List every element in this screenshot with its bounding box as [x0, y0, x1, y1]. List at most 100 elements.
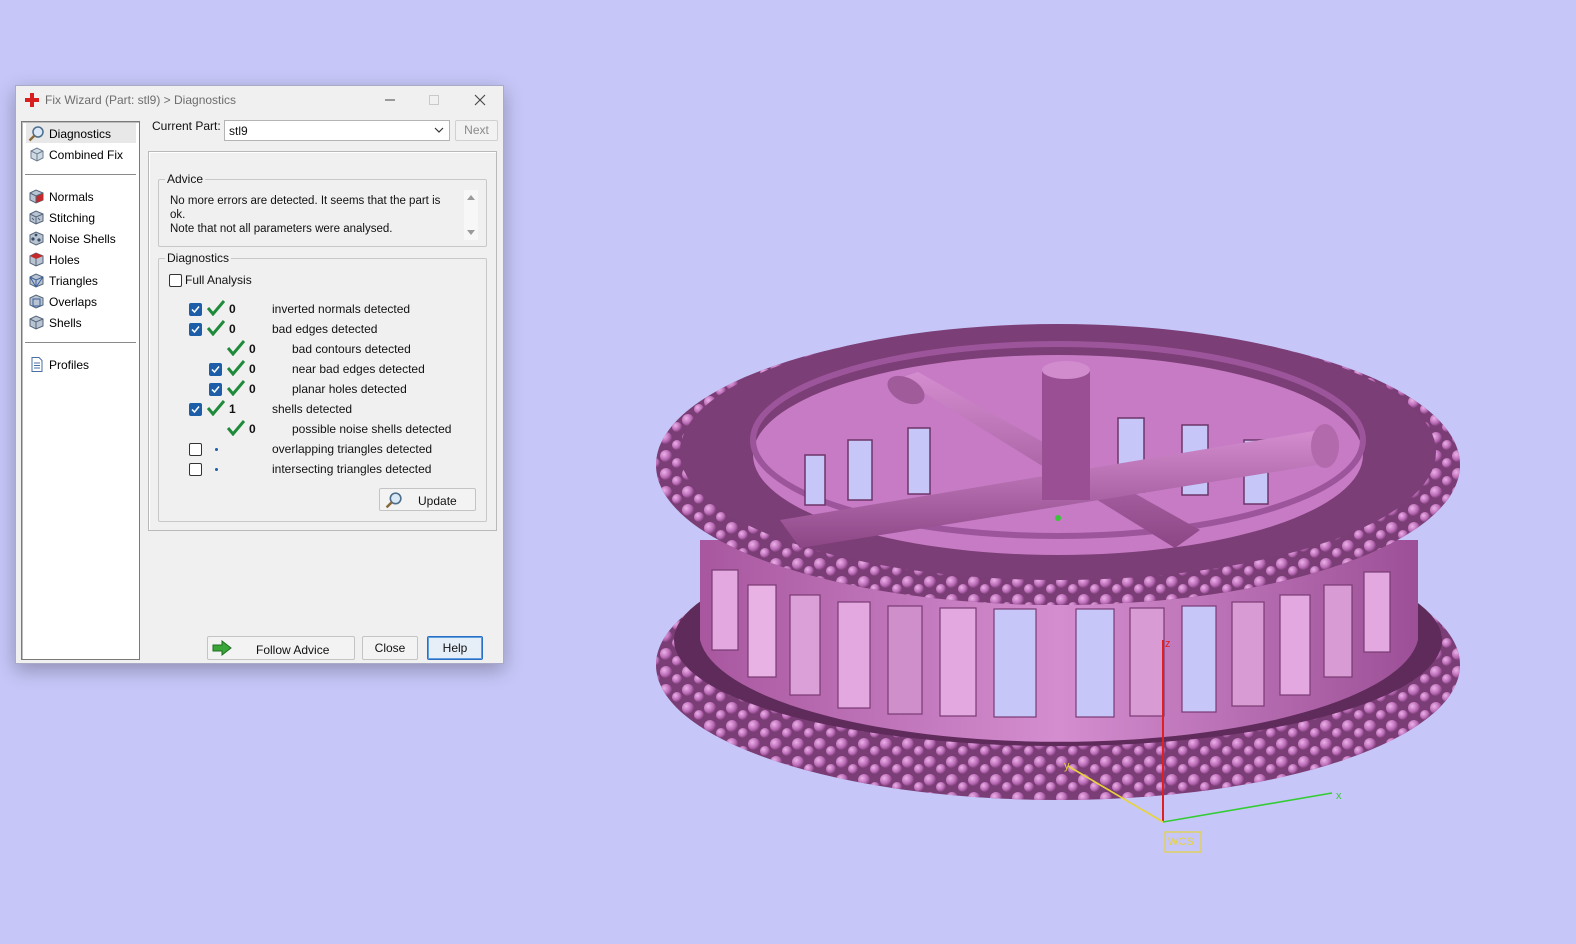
nav-item-combined-fix[interactable]: Combined Fix — [26, 144, 136, 164]
wizard-nav-panel: Diagnostics Combined Fix Normals Stitchi… — [21, 121, 140, 660]
green-check-icon — [207, 300, 225, 316]
nav-item-label: Triangles — [49, 274, 98, 288]
nav-item-label: Combined Fix — [49, 148, 124, 162]
nav-divider — [25, 342, 136, 343]
noise-shells-count: 0 — [249, 422, 256, 436]
magnifier-icon — [385, 492, 402, 509]
triangles-cube-icon — [29, 273, 44, 288]
shells-cube-icon — [29, 315, 44, 330]
minimize-icon — [385, 99, 395, 101]
nav-item-shells[interactable]: Shells — [26, 312, 136, 332]
nav-item-label: Shells — [49, 316, 82, 330]
magnifier-icon — [28, 126, 44, 142]
document-icon — [31, 357, 43, 372]
advice-line-2: Note that not all parameters were analys… — [170, 223, 393, 235]
nav-item-overlaps[interactable]: Overlaps — [26, 291, 136, 311]
shells-label: shells detected — [272, 402, 353, 416]
green-check-icon — [227, 420, 245, 436]
nav-item-triangles[interactable]: Triangles — [26, 270, 136, 290]
nav-item-label: Stitching — [49, 211, 96, 225]
full-analysis-checkbox[interactable] — [169, 274, 182, 287]
advice-text: No more errors are detected. It seems th… — [170, 194, 450, 236]
pending-status-icon — [215, 448, 218, 451]
chevron-down-icon — [434, 127, 444, 133]
nav-item-holes[interactable]: Holes — [26, 249, 136, 269]
checkmark-icon — [191, 326, 200, 334]
nav-item-normals[interactable]: Normals — [26, 186, 136, 206]
advice-group-label: Advice — [165, 172, 206, 186]
follow-advice-button[interactable]: Follow Advice — [207, 636, 355, 660]
shells-count: 1 — [229, 402, 236, 416]
maximize-icon — [429, 95, 439, 105]
diagnostics-group-label: Diagnostics — [165, 251, 232, 265]
bad-edges-label: bad edges detected — [272, 322, 378, 336]
overlapping-triangles-label: overlapping triangles detected — [272, 442, 433, 456]
planar-holes-checkbox[interactable] — [209, 383, 222, 396]
window-title: Fix Wizard (Part: stl9) > Diagnostics — [45, 93, 237, 107]
nav-item-noise-shells[interactable]: Noise Shells — [26, 228, 136, 248]
update-button[interactable]: Update — [379, 488, 476, 511]
bad-edges-count: 0 — [229, 322, 236, 336]
noise-shells-label: possible noise shells detected — [292, 422, 452, 436]
pending-status-icon — [215, 468, 218, 471]
nav-item-label: Noise Shells — [49, 232, 116, 246]
near-bad-edges-label: near bad edges detected — [292, 362, 425, 376]
wcs-label: WCS — [1168, 836, 1194, 848]
bad-edges-checkbox[interactable] — [189, 323, 202, 336]
diagnostics-panel: Advice No more errors are detected. It s… — [148, 151, 497, 531]
inverted-normals-label: inverted normals detected — [272, 302, 411, 316]
intersecting-triangles-checkbox[interactable] — [189, 463, 202, 476]
near-bad-edges-checkbox[interactable] — [209, 363, 222, 376]
normals-cube-icon — [29, 189, 44, 204]
diagnostics-group: Diagnostics Full Analysis 0 inverted nor… — [158, 251, 487, 522]
advice-scrollbar[interactable] — [464, 190, 478, 240]
nav-item-label: Overlaps — [49, 295, 98, 309]
bad-contours-label: bad contours detected — [292, 342, 411, 356]
next-button[interactable]: Next — [455, 120, 498, 141]
y-axis-label: y — [1064, 760, 1070, 772]
holes-cube-icon — [29, 252, 44, 267]
nav-item-profiles[interactable]: Profiles — [26, 354, 136, 374]
checkmark-icon — [211, 386, 220, 394]
close-button[interactable]: Close — [362, 636, 418, 660]
shells-checkbox[interactable] — [189, 403, 202, 416]
follow-advice-label: Follow Advice — [256, 643, 330, 657]
near-bad-edges-count: 0 — [249, 362, 256, 376]
overlapping-triangles-checkbox[interactable] — [189, 443, 202, 456]
current-part-select[interactable]: stl9 — [224, 120, 450, 141]
help-button[interactable]: Help — [427, 636, 483, 660]
green-check-icon — [227, 380, 245, 396]
close-window-button[interactable] — [458, 87, 502, 113]
current-part-value: stl9 — [229, 124, 248, 138]
inverted-normals-count: 0 — [229, 302, 236, 316]
nav-item-label: Profiles — [49, 358, 90, 372]
x-axis-label: x — [1336, 790, 1342, 802]
fix-wizard-dialog: Fix Wizard (Part: stl9) > Diagnostics Di… — [15, 85, 504, 664]
nav-item-label: Holes — [49, 253, 80, 267]
red-cross-icon — [25, 93, 39, 107]
full-analysis-label: Full Analysis — [185, 273, 252, 287]
inverted-normals-checkbox[interactable] — [189, 303, 202, 316]
nav-item-stitching[interactable]: Stitching — [26, 207, 136, 227]
bad-contours-count: 0 — [249, 342, 256, 356]
nav-item-label: Diagnostics — [49, 127, 112, 141]
maximize-button[interactable] — [412, 87, 456, 113]
z-axis-label: z — [1165, 638, 1171, 650]
scroll-arrows-icon — [467, 195, 475, 235]
checkmark-icon — [191, 406, 200, 414]
advice-line-1: No more errors are detected. It seems th… — [170, 195, 441, 221]
minimize-button[interactable] — [368, 87, 412, 113]
title-bar[interactable]: Fix Wizard (Part: stl9) > Diagnostics — [16, 86, 503, 114]
current-part-label: Current Part: — [152, 119, 221, 133]
planar-holes-count: 0 — [249, 382, 256, 396]
nav-item-label: Normals — [49, 190, 94, 204]
planar-holes-label: planar holes detected — [292, 382, 407, 396]
combined-fix-icon — [30, 147, 44, 162]
overlaps-cube-icon — [29, 294, 44, 309]
checkmark-icon — [191, 306, 200, 314]
green-check-icon — [207, 400, 225, 416]
intersecting-triangles-label: intersecting triangles detected — [272, 462, 432, 476]
nav-item-diagnostics[interactable]: Diagnostics — [26, 123, 136, 143]
green-check-icon — [207, 320, 225, 336]
green-arrow-icon — [212, 640, 232, 656]
